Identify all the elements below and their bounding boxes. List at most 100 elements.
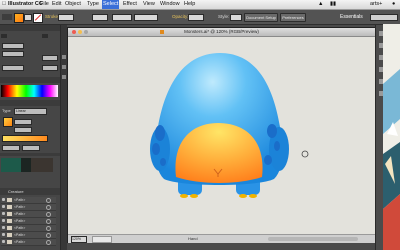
eye-icon[interactable] xyxy=(2,240,5,243)
style-label: Style: xyxy=(218,14,230,19)
style-field[interactable] xyxy=(230,14,242,21)
body-spot xyxy=(274,141,280,151)
target-icon[interactable] xyxy=(46,212,51,217)
layer-thumbnail xyxy=(7,233,12,237)
layer-name[interactable]: <Path> xyxy=(14,225,25,231)
minimize-icon[interactable] xyxy=(78,30,82,34)
zoom-icon[interactable] xyxy=(84,30,88,34)
color-panel-header[interactable] xyxy=(0,77,60,83)
layer-name[interactable]: <Path> xyxy=(14,218,25,224)
menu-window[interactable]: Window xyxy=(160,0,180,9)
wifi-icon[interactable]: ▲ xyxy=(318,0,323,9)
expand-icon[interactable] xyxy=(42,34,48,38)
selection-tool-icon[interactable] xyxy=(62,55,66,59)
layer-row[interactable]: <Path> xyxy=(1,218,56,225)
layer-row[interactable]: <Path> xyxy=(1,211,56,218)
dark-swatch[interactable] xyxy=(21,158,31,172)
brush-field[interactable] xyxy=(112,14,132,21)
control-bar: Stroke: Opacity: Style: Document Setup P… xyxy=(0,10,400,25)
workspace-switcher[interactable]: Essentials xyxy=(340,10,363,24)
pen-tool-icon[interactable] xyxy=(62,65,66,69)
stroke-weight-field[interactable] xyxy=(58,14,74,21)
search-field[interactable] xyxy=(370,14,398,21)
document-window[interactable]: Monsters.ai* @ 120% (RGB/Preview) 120% H… xyxy=(67,27,376,243)
menu-file[interactable]: File xyxy=(40,0,49,9)
gradient-panel-header[interactable] xyxy=(0,100,60,106)
angle-field[interactable] xyxy=(2,65,24,71)
y-field[interactable] xyxy=(2,51,24,57)
layer-row[interactable]: <Path> xyxy=(1,232,56,239)
eye-icon[interactable] xyxy=(2,226,5,229)
apple-icon[interactable]:  xyxy=(2,0,6,9)
menu-effect[interactable]: Effect xyxy=(123,0,137,9)
layer-name[interactable]: <Path> xyxy=(14,197,25,203)
gradient-preview-swatch[interactable] xyxy=(3,117,13,127)
zoom-field[interactable]: 120% xyxy=(71,236,87,243)
variable-width-field[interactable] xyxy=(92,14,108,21)
panel-tabs[interactable] xyxy=(0,25,60,31)
body-spot xyxy=(267,124,277,138)
gradient-type-select[interactable]: Linear xyxy=(14,108,47,115)
color-spectrum[interactable] xyxy=(1,85,58,97)
target-icon[interactable] xyxy=(46,226,51,231)
eye-icon[interactable] xyxy=(2,219,5,222)
monster-illustration[interactable] xyxy=(150,53,289,198)
menu-edit[interactable]: Edit xyxy=(52,0,61,9)
layer-row[interactable]: <Path> xyxy=(1,197,56,204)
horizontal-scrollbar[interactable] xyxy=(268,237,358,241)
close-icon[interactable] xyxy=(72,30,76,34)
preferences-button[interactable]: Preferences xyxy=(280,13,306,22)
artwork-canvas[interactable] xyxy=(68,37,375,233)
document-setup-button[interactable]: Document Setup xyxy=(244,13,278,22)
user-status[interactable]: arts+ xyxy=(370,0,382,9)
gradient-angle-field[interactable] xyxy=(14,119,32,125)
layer-name[interactable]: <Path> xyxy=(14,211,25,217)
layer-name[interactable]: <Path> xyxy=(14,204,25,210)
w-field[interactable] xyxy=(42,55,58,61)
opacity-gradient-field[interactable] xyxy=(2,145,20,151)
layer-row[interactable]: <Path> xyxy=(1,204,56,211)
layers-tab-label[interactable]: Creature xyxy=(8,188,24,195)
menu-type[interactable]: Type xyxy=(87,0,99,9)
menu-view[interactable]: View xyxy=(143,0,155,9)
right-foot-claw xyxy=(239,194,247,198)
target-icon[interactable] xyxy=(46,219,51,224)
app-menu[interactable]: Illustrator CC xyxy=(8,0,43,9)
green-swatch[interactable] xyxy=(1,158,21,172)
target-icon[interactable] xyxy=(46,233,51,238)
status-label[interactable]: Hand xyxy=(188,235,198,243)
layer-row[interactable]: <Path> xyxy=(1,239,56,246)
artboard-navigator[interactable] xyxy=(92,236,112,243)
target-icon[interactable] xyxy=(46,198,51,203)
status-bar: 120% Hand xyxy=(68,234,375,243)
fill-dropdown[interactable] xyxy=(24,14,32,21)
type-tool-icon[interactable] xyxy=(62,75,66,79)
spotlight-icon[interactable]: ● xyxy=(392,0,395,9)
layer-row[interactable]: <Path> xyxy=(1,225,56,232)
target-icon[interactable] xyxy=(46,240,51,245)
gradient-slider[interactable] xyxy=(2,135,48,142)
fill-swatch[interactable] xyxy=(14,13,24,23)
document-title-bar[interactable]: Monsters.ai* @ 120% (RGB/Preview) xyxy=(68,28,375,37)
eye-icon[interactable] xyxy=(2,233,5,236)
aspect-ratio-field[interactable] xyxy=(14,127,32,133)
h-field[interactable] xyxy=(42,65,58,71)
layer-name[interactable]: <Path> xyxy=(14,232,25,238)
location-field[interactable] xyxy=(22,145,40,151)
brown-swatch[interactable] xyxy=(31,158,53,172)
brush-definition-field[interactable] xyxy=(134,14,158,21)
menu-icon[interactable] xyxy=(1,34,7,38)
battery-icon[interactable]: ▮▮ xyxy=(330,0,336,9)
eye-icon[interactable] xyxy=(2,212,5,215)
body-spot xyxy=(160,158,166,166)
opacity-field[interactable] xyxy=(188,14,204,21)
layer-name[interactable]: <Path> xyxy=(14,239,25,245)
menu-object[interactable]: Object xyxy=(65,0,81,9)
target-icon[interactable] xyxy=(46,205,51,210)
menu-select[interactable]: Select xyxy=(102,0,120,9)
layer-thumbnail xyxy=(7,205,12,209)
menu-help[interactable]: Help xyxy=(184,0,195,9)
eye-icon[interactable] xyxy=(2,198,5,201)
x-field[interactable] xyxy=(2,43,24,49)
eye-icon[interactable] xyxy=(2,205,5,208)
